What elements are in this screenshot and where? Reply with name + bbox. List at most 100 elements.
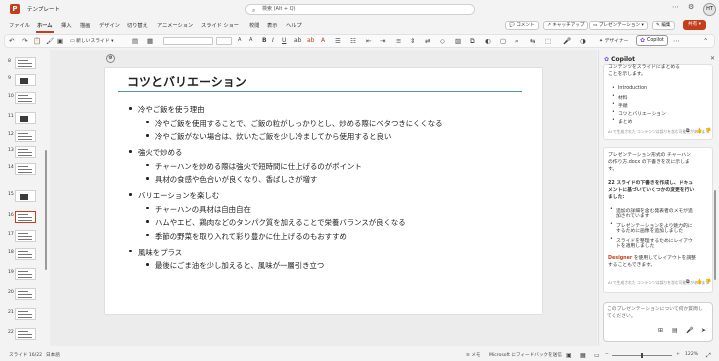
undo-icon[interactable]: ↶ (9, 37, 14, 45)
ribbon-more-icon[interactable]: ⋯ (673, 37, 680, 45)
layout-icon[interactable]: ▤ (132, 37, 138, 45)
bullets-icon[interactable]: ☰ (335, 37, 341, 45)
comment-button[interactable]: 💬 コメント (505, 21, 539, 30)
redo-icon[interactable]: ↷ (22, 37, 27, 45)
slide-bullet-item[interactable]: 冷やご飯がない場合は、炊いたご飯を少し冷ましてから使用すると良い (155, 131, 391, 142)
line-spacing-icon[interactable]: ⇕ (410, 37, 415, 45)
slide-thumbnail[interactable] (15, 74, 36, 86)
zoom-slider-handle[interactable] (641, 353, 643, 358)
text-direction-icon[interactable]: ⇄ (425, 37, 430, 45)
slide-bullet-heading[interactable]: 強火で炒める (138, 147, 182, 158)
font-size-select[interactable] (216, 37, 232, 45)
font-shrink-icon[interactable]: A (238, 37, 241, 43)
new-slide-button[interactable]: ▭ 新しいスライド ▾ (70, 37, 114, 44)
slide-options-icon[interactable]: ⚙ (106, 54, 115, 63)
attach-icon[interactable]: ⊞ (658, 327, 663, 334)
sensitivity-icon[interactable]: ◑ (580, 37, 586, 45)
menu-insert[interactable]: 挿入 (61, 22, 71, 29)
copilot-scrollbar[interactable] (714, 190, 716, 280)
slide-thumbnail[interactable] (15, 146, 36, 158)
notes-button[interactable]: ≡ メモ (466, 352, 481, 358)
slide-thumbnail[interactable] (15, 328, 36, 340)
slide-bullet-heading[interactable]: 風味をプラス (138, 247, 182, 258)
slide-thumbnail[interactable] (15, 130, 36, 142)
shapes-icon[interactable]: ◇ (440, 37, 445, 45)
ribbon-collapse-icon[interactable]: ⌃ (703, 37, 708, 45)
language-indicator[interactable]: 日本語 (46, 352, 60, 358)
microphone-icon[interactable]: 🎤 (686, 327, 693, 334)
menu-help[interactable]: ヘルプ (286, 22, 302, 29)
slide-thumbnail[interactable] (15, 92, 36, 104)
slide-thumbnail[interactable] (15, 248, 36, 260)
slide-bullet-heading[interactable]: バリエーションを楽しむ (138, 190, 219, 201)
settings-icon[interactable]: ⚙ (688, 3, 694, 11)
font-family-select[interactable] (163, 37, 213, 45)
arrange-icon[interactable]: ⧉ (470, 37, 475, 46)
zoom-in-icon[interactable]: + (676, 352, 680, 357)
close-icon[interactable]: ✕ (710, 55, 715, 62)
copy-icon[interactable]: ⧉ (686, 128, 690, 134)
slide-bullet-heading[interactable]: 冷やご飯を使う理由 (138, 104, 205, 115)
slide-thumbnail[interactable] (15, 112, 36, 124)
highlight-icon[interactable]: ab (307, 37, 315, 44)
copy-icon[interactable]: ⧉ (686, 279, 690, 285)
slide-thumbnail[interactable] (15, 163, 36, 175)
menu-slideshow[interactable]: スライド ショー (201, 22, 239, 29)
designer-link[interactable]: Designer (608, 256, 632, 261)
dictate-icon[interactable]: 🎤 (563, 37, 571, 45)
slide-thumbnail[interactable] (15, 211, 36, 223)
more-icon[interactable]: ⋯ (672, 3, 679, 11)
format-painter-icon[interactable]: 🖌 (46, 37, 54, 45)
share-button[interactable]: 共有 ▾ (683, 20, 706, 30)
clipboard-icon[interactable]: ▣ (57, 37, 63, 45)
prompt-guide-icon[interactable]: ▤ (672, 327, 678, 334)
thumbs-down-icon[interactable]: 👎 (705, 279, 711, 285)
send-icon[interactable]: ➤ (701, 327, 706, 334)
font-grow-icon[interactable]: A (249, 37, 252, 43)
menu-review[interactable]: 校閲 (249, 22, 259, 29)
section-icon[interactable]: ▦ (147, 37, 153, 45)
thumbs-down-icon[interactable]: 👎 (705, 128, 711, 134)
increase-indent-icon[interactable]: ⇥ (380, 37, 385, 45)
picture-icon[interactable]: ▨ (455, 37, 461, 45)
zoom-level[interactable]: 122% (685, 352, 698, 357)
slide-title[interactable]: コツとバリエーション (127, 73, 247, 90)
replace-icon[interactable]: ⇆ (530, 37, 535, 45)
slide-thumbnail[interactable] (15, 190, 36, 202)
slide-bullet-item[interactable]: 具材の食感や色合いが良くなり、香ばしさが増す (155, 174, 317, 185)
document-title[interactable]: テンプレート (27, 5, 60, 13)
numbering-icon[interactable]: ☷ (350, 37, 356, 45)
menu-home[interactable]: ホーム (37, 22, 52, 29)
designer-button[interactable]: ✦ デザイナー (599, 37, 628, 44)
zoom-out-icon[interactable]: − (605, 352, 609, 357)
thumbs-up-icon[interactable]: 👍 (696, 279, 702, 285)
edit-mode-button[interactable]: ✎ 編集 (652, 21, 675, 30)
find-icon[interactable]: ⌕ (515, 37, 519, 46)
menu-transitions[interactable]: 切り替え (127, 22, 148, 29)
align-icon[interactable]: ≡ (396, 37, 401, 45)
menu-file[interactable]: ファイル (9, 22, 30, 29)
menu-animations[interactable]: アニメーション (157, 22, 193, 29)
slide-bullet-item[interactable]: 最後にごま油を少し加えると、風味が一層引き立つ (155, 260, 324, 271)
slide-thumbnail[interactable] (15, 288, 36, 300)
slide-thumbnail[interactable] (15, 57, 36, 69)
feedback-link[interactable]: Microsoft にフィードバックを送信 (489, 352, 562, 358)
bold-icon[interactable]: B (262, 37, 267, 44)
decrease-indent-icon[interactable]: ⇤ (366, 37, 371, 45)
select-icon[interactable]: ⬚ (545, 37, 551, 45)
underline-icon[interactable]: U (282, 37, 286, 44)
thumbnail-scrollbar[interactable] (45, 150, 47, 270)
font-color-icon[interactable]: A (321, 37, 325, 44)
italic-icon[interactable]: I (272, 37, 274, 44)
slide-bullet-item[interactable]: 冷やご飯を使用することで、ご飯の粒がしっかりとし、炒める際にベタつきにくくなる (155, 118, 443, 129)
menu-view[interactable]: 表示 (267, 22, 277, 29)
sorter-view-icon[interactable]: ▦ (580, 352, 586, 359)
slide-thumbnail[interactable] (15, 268, 36, 280)
fit-slide-icon[interactable]: ⤢ (706, 352, 711, 360)
normal-view-icon[interactable]: ▣ (566, 352, 572, 359)
menu-draw[interactable]: 描画 (80, 22, 90, 29)
shape-fill-icon[interactable]: ◐ (485, 37, 491, 45)
catchup-button[interactable]: ↗ キャッチアップ (543, 21, 589, 30)
menu-design[interactable]: デザイン (99, 22, 120, 29)
slide-bullet-item[interactable]: ハムやエビ、鶏肉などのタンパク質を加えることで栄養バランスが良くなる (155, 217, 406, 228)
